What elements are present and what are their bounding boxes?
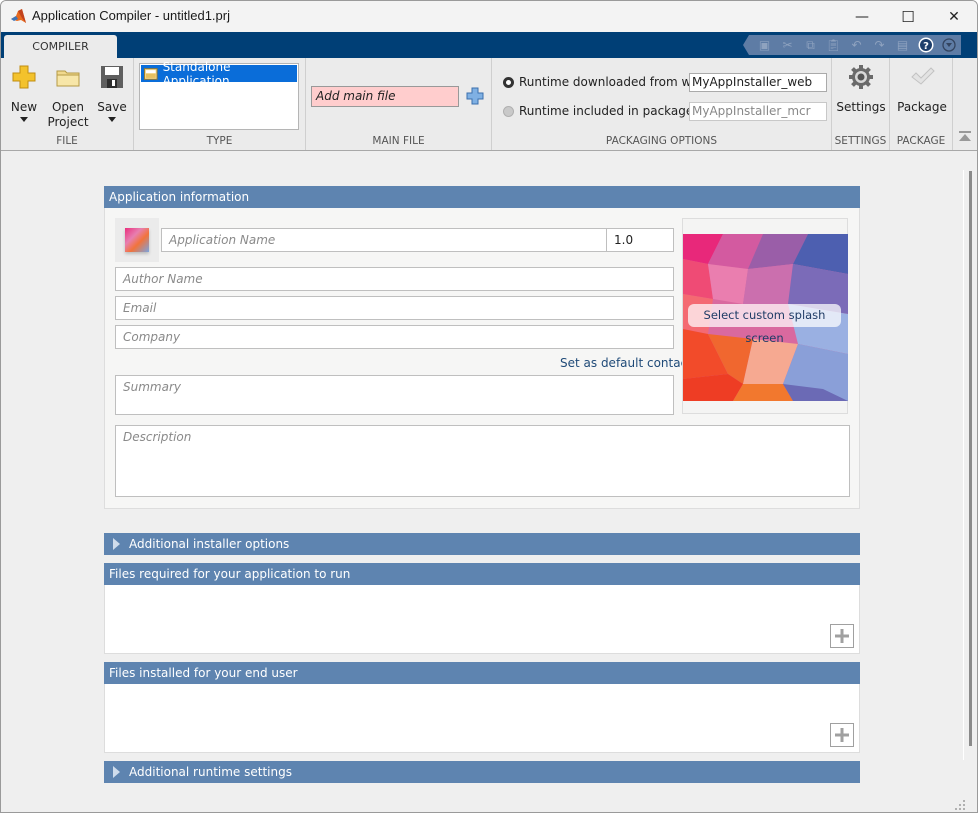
new-button[interactable]: New (7, 64, 41, 122)
chevron-down-icon (108, 117, 116, 122)
summary-input[interactable]: Summary (115, 375, 674, 415)
copy-icon[interactable]: ⧉ (799, 35, 822, 55)
floppy-disk-icon (101, 66, 123, 88)
files-required-panel (104, 585, 860, 654)
minimize-icon: — (855, 8, 869, 25)
set-default-contact-link[interactable]: Set as default contact (560, 356, 692, 370)
package-installer-name-input[interactable]: MyAppInstaller_mcr (689, 102, 827, 121)
main-file-section: Add main file MAIN FILE (306, 58, 492, 150)
maximize-icon: ☐ (901, 7, 915, 26)
plus-icon (12, 65, 36, 89)
close-icon: ✕ (948, 8, 960, 25)
description-input[interactable]: Description (115, 425, 850, 497)
plus-icon (835, 728, 849, 742)
email-input[interactable]: Email (115, 296, 674, 320)
title-bar: Application Compiler - untitled1.prj — ☐… (1, 1, 977, 32)
add-installed-file-button[interactable] (830, 723, 854, 747)
type-section-label: TYPE (206, 135, 233, 147)
web-installer-name-input[interactable]: MyAppInstaller_web (689, 73, 827, 92)
help-icon[interactable]: ? (914, 35, 937, 55)
type-item-standalone-application[interactable]: Standalone Application (141, 60, 297, 88)
undo-icon[interactable]: ↶ (845, 35, 868, 55)
additional-installer-options-header[interactable]: Additional installer options (104, 533, 860, 555)
matlab-logo-icon (11, 9, 26, 23)
main-file-section-label: MAIN FILE (372, 135, 425, 147)
runtime-web-radio[interactable]: Runtime downloaded from web (503, 75, 706, 89)
checkmark-icon (911, 67, 935, 85)
application-window-icon (144, 67, 158, 80)
content-area: Application information Application Name… (1, 152, 972, 812)
package-section: Package PACKAGE (890, 58, 953, 150)
svg-text:?: ? (923, 41, 929, 52)
ribbon-tab-strip: COMPILER ▣ ✂ ⧉ 📋︎ ↶ ↷ ▤ ? (1, 32, 977, 58)
radio-unselected-icon (503, 105, 514, 117)
files-installed-panel (104, 684, 860, 753)
folder-icon (56, 70, 80, 87)
maximize-button[interactable]: ☐ (885, 1, 931, 32)
collapse-ribbon-icon[interactable] (959, 131, 971, 141)
dropdown-icon[interactable] (937, 35, 960, 55)
files-required-header: Files required for your application to r… (104, 563, 860, 585)
gear-icon (849, 65, 873, 89)
resize-grip-icon[interactable] (955, 800, 965, 810)
application-information-header: Application information (104, 186, 860, 208)
expand-arrow-icon (113, 766, 120, 778)
window-title: Application Compiler - untitled1.prj (32, 8, 230, 23)
save-button[interactable]: Save (95, 64, 129, 122)
file-section-label: FILE (56, 135, 78, 147)
author-name-input[interactable]: Author Name (115, 267, 674, 291)
add-required-file-button[interactable] (830, 624, 854, 648)
type-section: Standalone Application TYPE (134, 58, 306, 150)
add-main-file-icon[interactable] (466, 87, 484, 105)
file-section: New Open Project Save FILE (1, 58, 134, 150)
minimize-button[interactable]: — (839, 1, 885, 32)
splash-screen-area: Select custom splash screen (682, 218, 848, 414)
select-splash-screen-button[interactable]: Select custom splash screen (688, 304, 841, 345)
application-information-panel: Application Name 1.0 Author Name Email C… (104, 208, 860, 509)
close-button[interactable]: ✕ (931, 1, 977, 32)
package-button[interactable]: Package (896, 64, 948, 115)
tab-compiler[interactable]: COMPILER (4, 35, 117, 58)
vertical-scrollbar[interactable] (969, 171, 972, 746)
main-file-input[interactable]: Add main file (311, 86, 459, 107)
files-installed-header: Files installed for your end user (104, 662, 860, 684)
settings-section-label: SETTINGS (834, 135, 887, 147)
version-input[interactable]: 1.0 (606, 228, 674, 252)
settings-section: Settings SETTINGS (832, 58, 890, 150)
open-project-button[interactable]: Open Project (47, 64, 89, 130)
application-compiler-window: Application Compiler - untitled1.prj — ☐… (0, 0, 978, 813)
radio-selected-icon (503, 76, 514, 88)
runtime-package-radio[interactable]: Runtime included in package (503, 104, 693, 118)
app-icon (125, 228, 149, 252)
packaging-section-label: PACKAGING OPTIONS (605, 135, 718, 147)
app-icon-button[interactable] (115, 218, 159, 262)
expand-arrow-icon (113, 538, 120, 550)
application-type-list[interactable]: Standalone Application (139, 60, 299, 130)
package-section-label: PACKAGE (896, 135, 946, 147)
additional-runtime-settings-header[interactable]: Additional runtime settings (104, 761, 860, 783)
cut-icon[interactable]: ✂ (776, 35, 799, 55)
plus-icon (835, 629, 849, 643)
save-icon[interactable]: ▣ (753, 35, 776, 55)
ribbon: New Open Project Save FILE Standalone Ap… (1, 58, 977, 151)
chevron-down-icon (20, 117, 28, 122)
packaging-options-section: Runtime downloaded from web MyAppInstall… (492, 58, 832, 150)
redo-icon[interactable]: ↷ (868, 35, 891, 55)
scroll-track (963, 170, 964, 760)
company-input[interactable]: Company (115, 325, 674, 349)
quick-access-toolbar: ▣ ✂ ⧉ 📋︎ ↶ ↷ ▤ ? (743, 35, 961, 55)
settings-button[interactable]: Settings (836, 64, 886, 115)
application-name-input[interactable]: Application Name (161, 228, 607, 252)
paste-icon[interactable]: 📋︎ (822, 35, 845, 55)
window-icon[interactable]: ▤ (891, 35, 914, 55)
